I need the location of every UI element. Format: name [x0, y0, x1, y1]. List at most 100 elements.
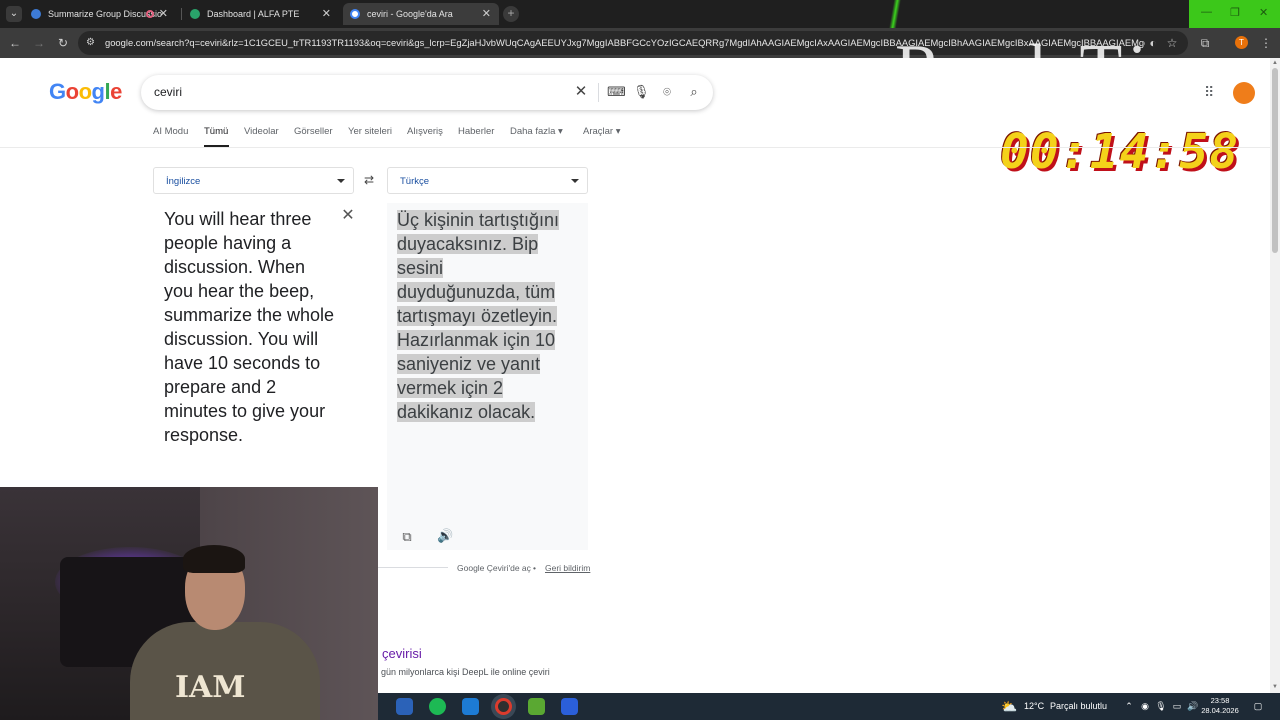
- translation-line: duyduğunuzda, tüm: [397, 282, 556, 302]
- weather-temperature[interactable]: 12°C: [1024, 693, 1044, 720]
- reload-icon[interactable]: ↻: [54, 34, 72, 52]
- forward-arrow-icon[interactable]: →: [30, 34, 48, 52]
- open-in-google-translate-link[interactable]: Google Çeviri'de aç: [457, 562, 531, 574]
- stream-overlay-title: Real Time: [895, 31, 1257, 108]
- tab-title: ceviri - Google'da Ara: [367, 9, 453, 19]
- google-logo[interactable]: Google: [49, 79, 122, 105]
- speaker-icon[interactable]: 🔊: [437, 528, 453, 544]
- back-arrow-icon[interactable]: ←: [6, 34, 24, 52]
- translation-line: duyacaksınız. Bip: [397, 234, 539, 254]
- swap-languages-icon[interactable]: ⇄: [362, 173, 376, 187]
- filter-tools[interactable]: Araçlar ▾: [583, 122, 621, 142]
- filter-ai-mode[interactable]: AI Modu: [153, 122, 188, 142]
- minimize-icon[interactable]: —: [1201, 6, 1212, 18]
- chrome-icon[interactable]: [495, 698, 512, 715]
- translate-footer-divider: [378, 567, 448, 568]
- source-text-input[interactable]: You will hear three people having a disc…: [164, 207, 339, 447]
- microphone-tray-icon[interactable]: 🎙: [1155, 700, 1167, 712]
- taskbar-app-icon[interactable]: [528, 698, 545, 715]
- site-info-icon[interactable]: ⚙: [86, 37, 98, 49]
- clock-date: 28.04.2026: [1201, 706, 1239, 715]
- clock-time: 23:58: [1210, 696, 1230, 705]
- translation-line: saniyeniz ve yanıt: [397, 354, 541, 374]
- search-result-title[interactable]: çevirisi: [382, 646, 422, 661]
- clear-search-icon[interactable]: ✕: [573, 84, 589, 100]
- source-language-select[interactable]: İngilizce: [153, 167, 354, 194]
- tray-app-icon[interactable]: ◉: [1139, 700, 1151, 712]
- google-apps-icon[interactable]: ⠿: [1204, 85, 1218, 99]
- tab-google-search[interactable]: ceviri - Google'da Ara ✕: [343, 3, 499, 25]
- filter-more[interactable]: Daha fazla ▾: [510, 122, 563, 142]
- search-divider: [598, 83, 599, 102]
- webcam-person-hair: [183, 545, 245, 573]
- overlay-light-streak: [880, 0, 910, 28]
- browser-tab-strip: ⌄ Summarize Group Discussio ✕ Dashboard …: [0, 0, 1280, 28]
- tray-chevron-icon[interactable]: ⌃: [1123, 700, 1135, 712]
- translation-line: dakikanız olacak.: [397, 402, 536, 422]
- search-icon[interactable]: ⌕: [686, 84, 702, 100]
- scrollbar-thumb[interactable]: [1272, 68, 1278, 253]
- copy-icon[interactable]: ⧉: [400, 529, 414, 545]
- taskbar-clock[interactable]: 23:58 28.04.2026: [1195, 696, 1245, 716]
- tab-title: Summarize Group Discussio: [48, 9, 163, 19]
- translation-line: tartışmayı özetleyin.: [397, 306, 558, 326]
- filter-more-label: Daha fazla: [510, 126, 556, 137]
- recording-icon: [146, 10, 154, 18]
- weather-icon: ⛅: [1001, 699, 1018, 714]
- taskbar-app-icon[interactable]: [396, 698, 413, 715]
- filter-videos[interactable]: Videolar: [244, 122, 279, 142]
- window-controls: — ❐ ✕: [1189, 0, 1280, 28]
- clear-source-icon[interactable]: ✕: [341, 208, 355, 224]
- tab-dashboard[interactable]: Dashboard | ALFA PTE ✕: [183, 3, 339, 25]
- spotify-icon[interactable]: [429, 698, 446, 715]
- filter-shopping[interactable]: Alışveriş: [407, 122, 443, 142]
- translation-line: sesini: [397, 258, 444, 278]
- site-favicon-icon: [190, 9, 200, 19]
- target-language-select[interactable]: Türkçe: [387, 167, 588, 194]
- close-tab-icon[interactable]: ✕: [322, 3, 331, 25]
- taskbar-app-icon[interactable]: [462, 698, 479, 715]
- filter-places[interactable]: Yer siteleri: [348, 122, 392, 142]
- translation-output-panel: Üç kişinin tartıştığını duyacaksınız. Bi…: [387, 203, 588, 550]
- close-window-icon[interactable]: ✕: [1259, 6, 1268, 19]
- header-divider: [0, 147, 1280, 148]
- camera-lens-icon[interactable]: ⌾: [659, 84, 675, 100]
- microphone-icon[interactable]: 🎙: [633, 84, 650, 100]
- google-favicon-icon: [350, 9, 360, 19]
- menu-kebab-icon[interactable]: ⋮: [1258, 35, 1274, 51]
- scroll-up-icon[interactable]: ▲: [1272, 60, 1278, 66]
- close-tab-icon[interactable]: ✕: [482, 3, 491, 25]
- countdown-timer: 00:14:58: [1000, 124, 1240, 180]
- translation-output-text[interactable]: Üç kişinin tartıştığını duyacaksınız. Bi…: [397, 208, 577, 424]
- filter-tools-label: Araçlar: [583, 126, 614, 137]
- filter-all[interactable]: Tümü: [204, 122, 228, 142]
- weather-description[interactable]: Parçalı bulutlu: [1050, 693, 1107, 720]
- windows-taskbar: ⛅ 12°C Parçalı bulutlu ⌃ ◉ 🎙 ▭ 🔊 ▢: [378, 693, 1280, 720]
- target-language-label: Türkçe: [400, 176, 430, 187]
- webcam-overlay: IAM: [0, 487, 378, 720]
- network-icon[interactable]: ▭: [1171, 700, 1183, 712]
- scroll-down-icon[interactable]: ▼: [1272, 684, 1278, 690]
- dropdown-caret-icon: [571, 179, 579, 183]
- translation-line: vermek için 2: [397, 378, 504, 398]
- maximize-icon[interactable]: ❐: [1230, 6, 1240, 19]
- hoodie-print: IAM: [175, 670, 246, 705]
- keyboard-icon[interactable]: ⌨: [607, 84, 626, 100]
- filter-news[interactable]: Haberler: [458, 122, 494, 142]
- notifications-icon[interactable]: ▢: [1252, 700, 1264, 712]
- google-account-avatar[interactable]: [1233, 82, 1255, 104]
- source-language-label: İngilizce: [166, 176, 201, 187]
- search-box[interactable]: ceviri ✕ ⌨ 🎙 ⌾ ⌕: [141, 75, 713, 110]
- tab-title: Dashboard | ALFA PTE: [207, 9, 300, 19]
- screen: ⌄ Summarize Group Discussio ✕ Dashboard …: [0, 0, 1280, 720]
- tab-summarize[interactable]: Summarize Group Discussio ✕: [24, 3, 176, 25]
- close-tab-icon[interactable]: ✕: [159, 3, 168, 25]
- tab-search-button[interactable]: ⌄: [6, 6, 22, 22]
- new-tab-button[interactable]: +: [503, 6, 519, 22]
- word-icon[interactable]: [561, 698, 578, 715]
- feedback-link[interactable]: Geri bildirim: [545, 562, 590, 574]
- dropdown-caret-icon: [337, 179, 345, 183]
- search-input[interactable]: ceviri: [154, 75, 182, 110]
- translation-line: Üç kişinin tartıştığını: [397, 210, 560, 230]
- filter-images[interactable]: Görseller: [294, 122, 333, 142]
